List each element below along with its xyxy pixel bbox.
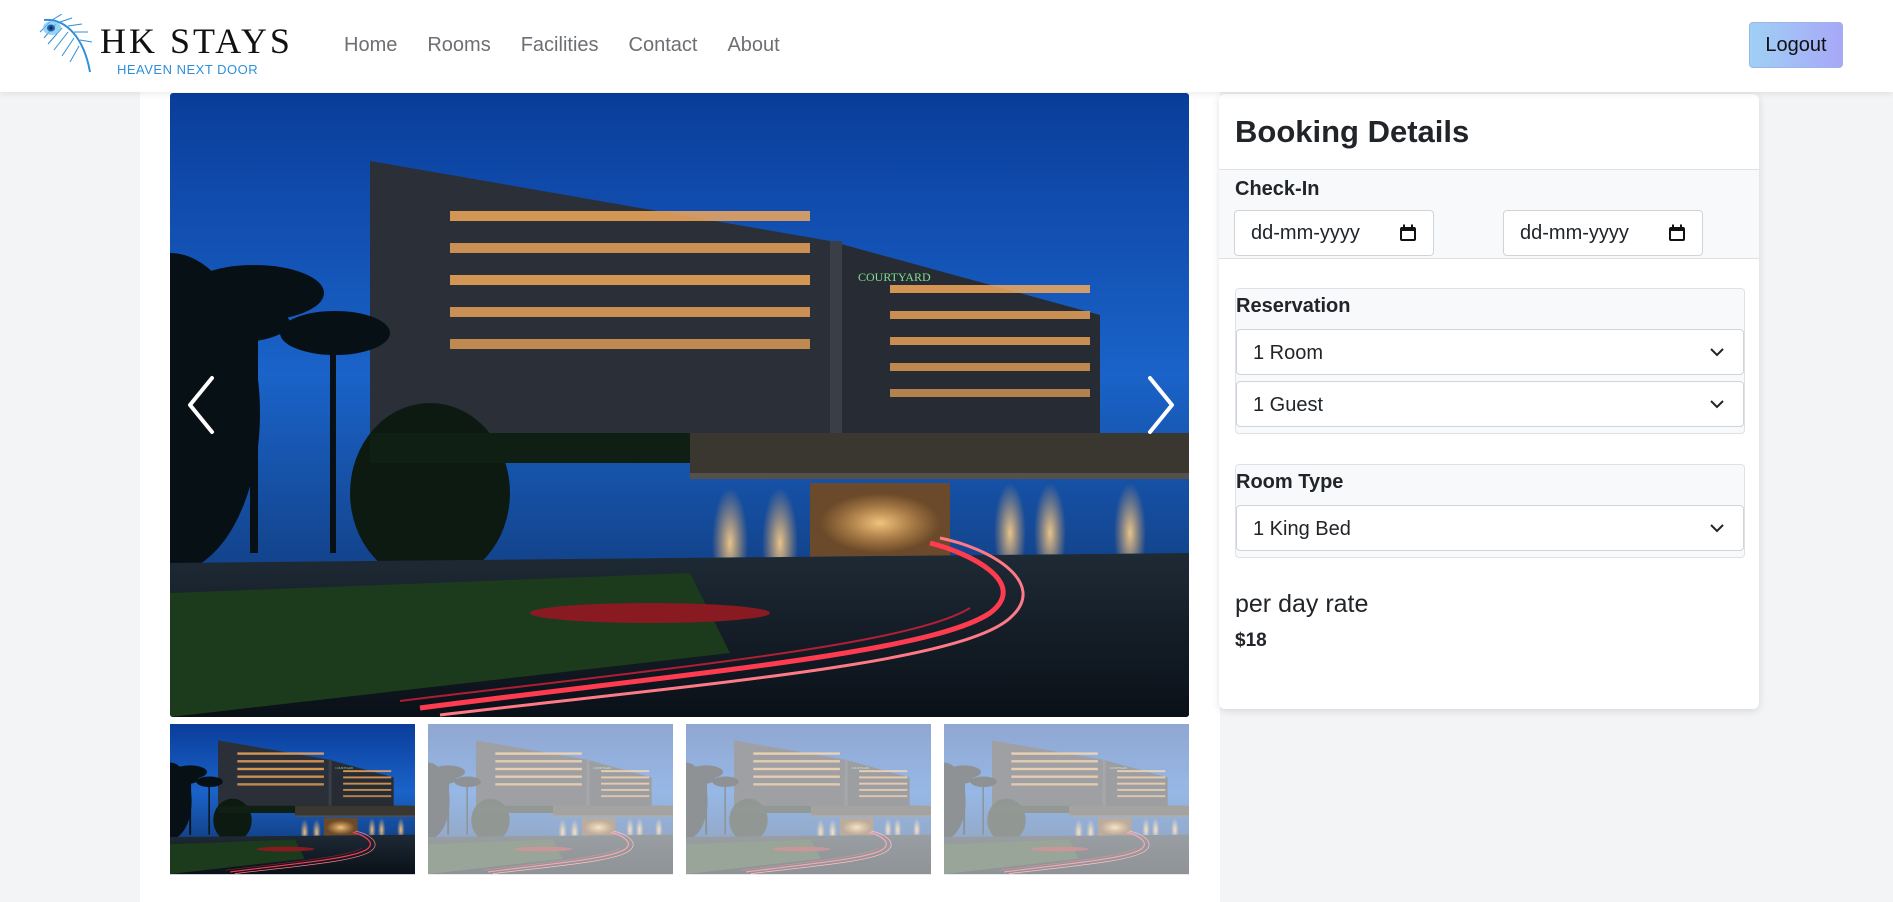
rate-heading: per day rate [1235,590,1369,618]
room-type-section: Room Type 1 King Bed [1235,464,1745,558]
checkin-date-input[interactable]: dd-mm-yyyy [1234,210,1434,256]
thumbnail-image [944,724,1189,875]
thumbnail-1[interactable] [170,724,415,902]
peacock-feather-icon [39,14,93,73]
rooms-select[interactable]: 1 Room [1236,329,1744,375]
guests-select[interactable]: 1 Guest [1236,381,1744,427]
logout-button[interactable]: Logout [1749,22,1843,68]
checkin-label: Check-In [1235,178,1320,200]
nav-link-about[interactable]: About [727,34,779,57]
calendar-icon[interactable] [1399,224,1417,242]
brand-logo[interactable]: HK STAYS HEAVEN NEXT DOOR [36,14,290,78]
room-type-selected-value: 1 King Bed [1253,518,1351,540]
booking-panel: Booking Details Check-In dd-mm-yyyy dd-m… [1219,94,1759,709]
rooms-selected-value: 1 Room [1253,342,1324,364]
thumbnail-image [428,724,673,875]
booking-title: Booking Details [1235,114,1470,149]
room-type-select[interactable]: 1 King Bed [1236,505,1744,551]
checkout-date-placeholder: dd-mm-yyyy [1520,222,1629,244]
thumbnail-strip [170,724,1189,902]
brand-title: HK STAYS [100,21,293,61]
chevron-down-icon [1710,524,1724,533]
chevron-right-icon[interactable] [1138,370,1182,440]
checkin-date-placeholder: dd-mm-yyyy [1251,222,1360,244]
nav-link-facilities[interactable]: Facilities [521,34,599,57]
guests-selected-value: 1 Guest [1253,394,1324,416]
chevron-left-icon[interactable] [180,370,224,440]
checkout-date-input[interactable]: dd-mm-yyyy [1503,210,1703,256]
nav-link-home[interactable]: Home [344,34,397,57]
top-navbar: HK STAYS HEAVEN NEXT DOOR Home Rooms Fac… [0,0,1893,92]
rate-value: $18 [1235,630,1267,651]
thumbnail-image [170,724,415,875]
hotel-main-image [170,93,1189,717]
thumbnail-4[interactable] [944,724,1189,902]
thumbnail-image [686,724,931,875]
room-type-label: Room Type [1236,471,1344,493]
chevron-down-icon [1710,400,1724,409]
thumbnail-3[interactable] [686,724,931,902]
nav-link-contact[interactable]: Contact [629,34,698,57]
reservation-section: Reservation 1 Room 1 Guest [1235,288,1745,434]
main-nav: Home Rooms Facilities Contact About [344,34,780,57]
chevron-down-icon [1710,348,1724,357]
brand-tagline: HEAVEN NEXT DOOR [117,62,259,77]
reservation-label: Reservation [1236,295,1351,317]
nav-link-rooms[interactable]: Rooms [427,34,490,57]
thumbnail-2[interactable] [428,724,673,902]
calendar-icon[interactable] [1668,224,1686,242]
checkin-section: Check-In dd-mm-yyyy dd-mm-yyyy [1219,169,1759,259]
hotel-image-carousel[interactable] [170,93,1189,717]
